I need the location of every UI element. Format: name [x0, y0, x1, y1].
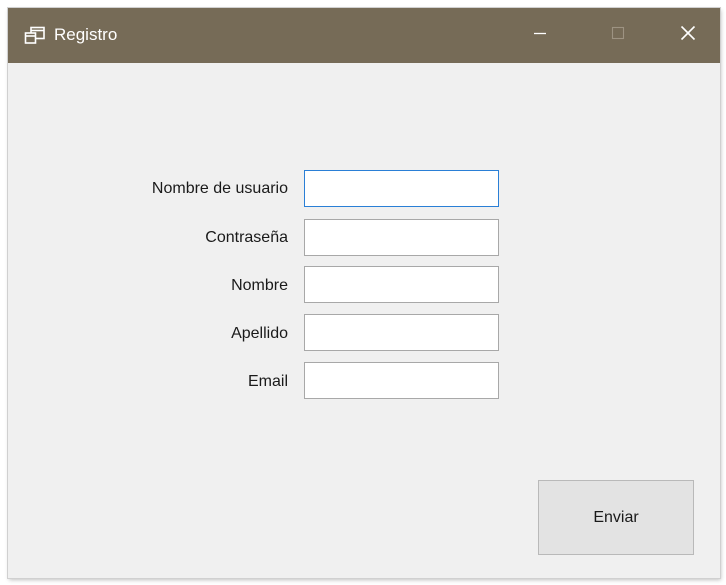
- close-icon: [680, 25, 696, 46]
- close-button[interactable]: [658, 8, 718, 63]
- first-name-input[interactable]: [304, 266, 499, 303]
- password-label: Contraseña: [205, 229, 288, 246]
- submit-button[interactable]: Enviar: [538, 480, 694, 555]
- registro-window: Registro Nombre de usuario Contraseña No…: [8, 8, 720, 578]
- username-input[interactable]: [304, 170, 499, 207]
- minimize-icon: [533, 26, 547, 45]
- email-input[interactable]: [304, 362, 499, 399]
- title-bar[interactable]: Registro: [8, 8, 720, 63]
- maximize-icon: [611, 26, 625, 45]
- windows-form-icon: [24, 26, 46, 46]
- last-name-input[interactable]: [304, 314, 499, 351]
- window-title: Registro: [54, 25, 118, 44]
- minimize-button[interactable]: [510, 8, 570, 63]
- last-name-label: Apellido: [231, 325, 288, 342]
- password-input[interactable]: [304, 219, 499, 256]
- email-label: Email: [247, 373, 288, 390]
- first-name-label: Nombre: [231, 277, 288, 294]
- maximize-button[interactable]: [588, 8, 648, 63]
- username-label: Nombre de usuario: [151, 180, 288, 197]
